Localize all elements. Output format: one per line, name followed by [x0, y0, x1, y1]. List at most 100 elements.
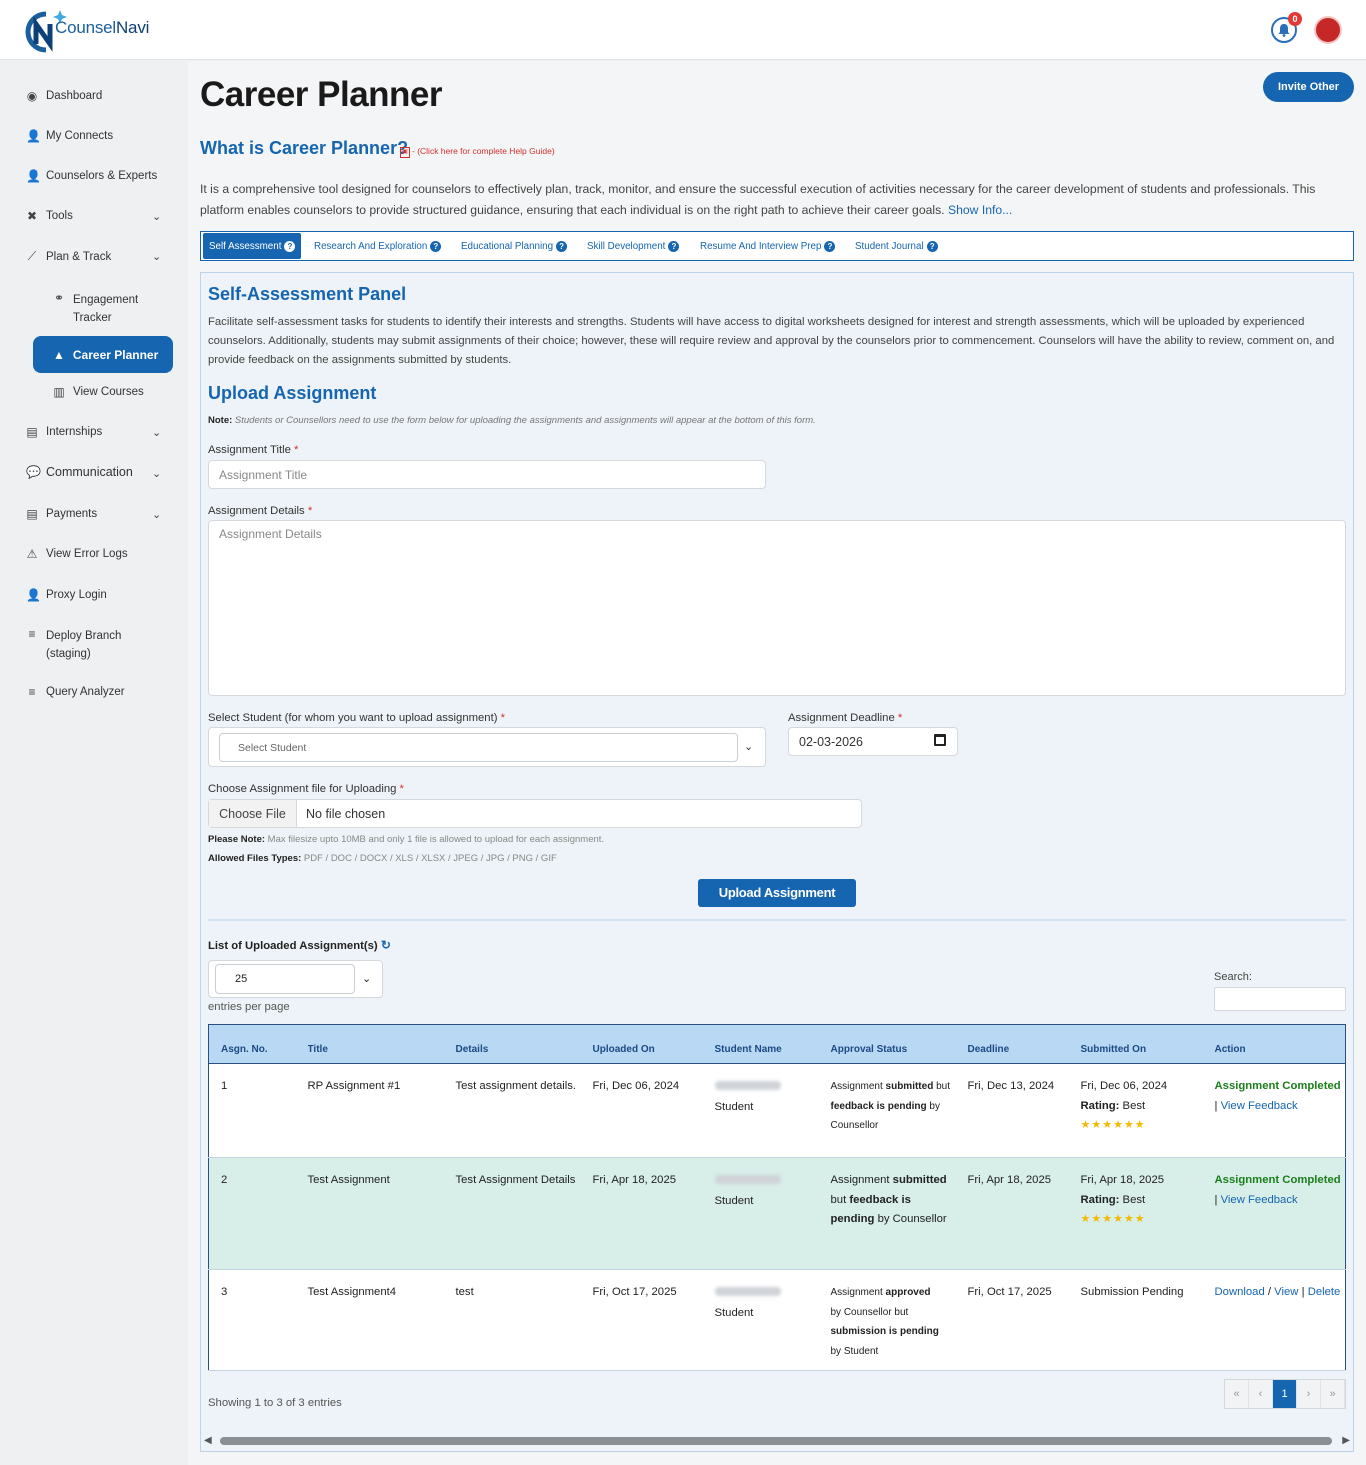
chevron-down-icon[interactable]: ⌄ — [152, 210, 161, 223]
column-header[interactable]: Approval Status — [818, 1024, 956, 1064]
divider — [208, 919, 1346, 921]
user-avatar[interactable] — [1314, 16, 1342, 44]
view-link[interactable]: View — [1221, 1194, 1245, 1206]
show-info-link[interactable]: Show Info... — [948, 203, 1012, 217]
sidebar-item-plan-track[interactable]: ⟋ Plan & Track — [26, 249, 111, 264]
tab-self-assessment[interactable]: Self Assessment? — [203, 233, 302, 259]
download-link[interactable]: Download — [1215, 1286, 1265, 1298]
tab-resume-interview-prep[interactable]: Resume And Interview Prep? — [700, 232, 836, 260]
entries-per-page-select[interactable]: 25 — [215, 964, 355, 994]
status-text: by Student — [830, 1345, 879, 1357]
table-row: 3 Test Assignment4 test Fri, Oct 17, 202… — [208, 1269, 1346, 1371]
sidebar-item-payments[interactable]: ▤ Payments — [26, 507, 97, 521]
sidebar-item-communication[interactable]: 💬 Communication — [26, 465, 133, 479]
help-icon[interactable]: ? — [824, 240, 836, 252]
sidebar-item-counselors-experts[interactable]: 👤 Counselors & Experts — [26, 169, 157, 183]
column-header[interactable]: Submitted On — [1068, 1024, 1203, 1064]
sidebar-item-view-courses[interactable]: ▥ View Courses — [53, 385, 143, 399]
column-header[interactable]: Uploaded On — [580, 1024, 703, 1064]
horizontal-scrollbar[interactable]: ◀ ▶ — [204, 1435, 1350, 1447]
rating-value: Best — [1122, 1193, 1146, 1206]
sidebar-item-proxy-login[interactable]: 👤 Proxy Login — [26, 588, 107, 602]
sidebar-item-engagement-tracker[interactable]: ⚭ Engagement Tracker — [53, 291, 168, 327]
sidebar-item-deploy-branch[interactable]: ≡ Deploy Branch (staging) — [26, 627, 146, 663]
sidebar-item-view-error-logs[interactable]: ⚠ View Error Logs — [26, 547, 128, 561]
help-icon[interactable]: ? — [430, 240, 442, 252]
column-header[interactable]: Details — [443, 1024, 581, 1064]
uploaded-on-cell: Fri, Apr 18, 2025 — [580, 1157, 703, 1270]
pagination: « ‹ 1 › » — [1224, 1379, 1346, 1409]
sidebar-item-query-analyzer[interactable]: ≡ Query Analyzer — [26, 685, 124, 699]
help-guide-link[interactable]: - (Click here for complete Help Guide) — [412, 146, 555, 156]
chevron-down-icon[interactable]: ⌄ — [362, 972, 371, 985]
required-marker: * — [307, 505, 313, 517]
file-input[interactable]: Choose File No file chosen — [208, 799, 862, 828]
brand-name[interactable]: CounselNavi — [55, 18, 149, 38]
column-header-text: Approval Status — [830, 1044, 908, 1055]
title-cell: Test Assignment4 — [295, 1269, 444, 1371]
assignment-details-textarea[interactable]: Assignment Details — [208, 520, 1346, 696]
calendar-icon[interactable] — [934, 734, 946, 746]
pdf-icon[interactable]: ▣ — [400, 147, 410, 158]
required-marker: * — [897, 712, 903, 724]
action-cell: Assignment Completed | View Feedback — [1202, 1063, 1346, 1158]
page-1-button[interactable]: 1 — [1273, 1380, 1297, 1408]
sidebar-item-my-connects[interactable]: 👤 My Connects — [26, 129, 113, 143]
prev-page-button[interactable]: ‹ — [1249, 1380, 1273, 1408]
sidebar-item-dashboard[interactable]: ◉ Dashboard — [26, 89, 103, 103]
tab-student-journal[interactable]: Student Journal? — [855, 232, 938, 260]
sidebar-item-internships[interactable]: ▤ Internships — [26, 425, 102, 439]
uploaded-on-cell: Fri, Oct 17, 2025 — [580, 1269, 703, 1371]
chevron-down-icon[interactable]: ⌄ — [152, 508, 161, 521]
view-link[interactable]: View — [1221, 1100, 1245, 1112]
status-text: by Counsellor — [877, 1213, 947, 1225]
user-icon: 👤 — [26, 129, 41, 143]
column-header[interactable]: Title — [295, 1024, 444, 1064]
column-header[interactable]: Action — [1202, 1024, 1346, 1064]
chevron-down-icon[interactable]: ⌄ — [152, 426, 161, 439]
student-name-cell: Student — [702, 1157, 819, 1270]
column-header[interactable]: Deadline — [955, 1024, 1069, 1064]
help-icon[interactable]: ? — [668, 240, 680, 252]
tab-educational-planning[interactable]: Educational Planning? — [461, 232, 568, 260]
tab-research-exploration[interactable]: Research And Exploration? — [314, 232, 442, 260]
first-page-button[interactable]: « — [1225, 1380, 1249, 1408]
sidebar-item-label: Counselors & Experts — [46, 170, 158, 182]
help-icon[interactable]: ? — [556, 240, 568, 252]
search-input[interactable] — [1214, 987, 1346, 1011]
label-text: Choose Assignment file for Uploading — [208, 783, 397, 795]
deadline-date-input[interactable]: 02-03-2026 — [788, 727, 958, 756]
delete-link[interactable]: Delete — [1308, 1286, 1341, 1298]
help-icon[interactable]: ? — [926, 240, 938, 252]
invite-other-button[interactable]: Invite Other — [1263, 72, 1354, 102]
last-page-button[interactable]: » — [1321, 1380, 1345, 1408]
note-text: Students or Counsellors need to use the … — [234, 415, 816, 426]
scrollbar-thumb[interactable] — [220, 1437, 1332, 1445]
scroll-right-icon[interactable]: ▶ — [1342, 1435, 1350, 1446]
sidebar-item-tools[interactable]: ✖ Tools — [26, 209, 73, 223]
column-header-text: Asgn. No. — [221, 1044, 268, 1055]
sidebar-item-label: Proxy Login — [46, 589, 107, 601]
chevron-down-icon[interactable]: ⌄ — [744, 740, 753, 753]
tab-skill-development[interactable]: Skill Development? — [587, 232, 680, 260]
feedback-link[interactable]: Feedback — [1248, 1100, 1298, 1112]
select-student-label: Select Student (for whom you want to upl… — [208, 712, 505, 724]
scroll-left-icon[interactable]: ◀ — [204, 1435, 212, 1446]
required-marker: * — [294, 444, 299, 456]
select-student-value[interactable]: Select Student — [219, 733, 738, 762]
view-link[interactable]: View — [1274, 1286, 1298, 1298]
chevron-down-icon[interactable]: ⌄ — [152, 467, 161, 480]
choose-file-button[interactable]: Choose File — [209, 800, 297, 827]
help-icon[interactable]: ? — [284, 240, 296, 252]
sidebar-item-career-planner[interactable]: ▲ Career Planner — [33, 336, 173, 373]
column-header[interactable]: Asgn. No. — [208, 1024, 296, 1064]
refresh-icon[interactable]: ↻ — [381, 938, 391, 952]
page-title: Career Planner — [200, 75, 443, 114]
chevron-down-icon[interactable]: ⌄ — [152, 250, 161, 263]
tab-label: Student Journal — [855, 240, 924, 252]
feedback-link[interactable]: Feedback — [1248, 1194, 1298, 1206]
upload-assignment-button[interactable]: Upload Assignment — [698, 879, 856, 907]
next-page-button[interactable]: › — [1297, 1380, 1321, 1408]
column-header[interactable]: Student Name — [702, 1024, 819, 1064]
assignment-title-input[interactable]: Assignment Title — [208, 460, 766, 489]
